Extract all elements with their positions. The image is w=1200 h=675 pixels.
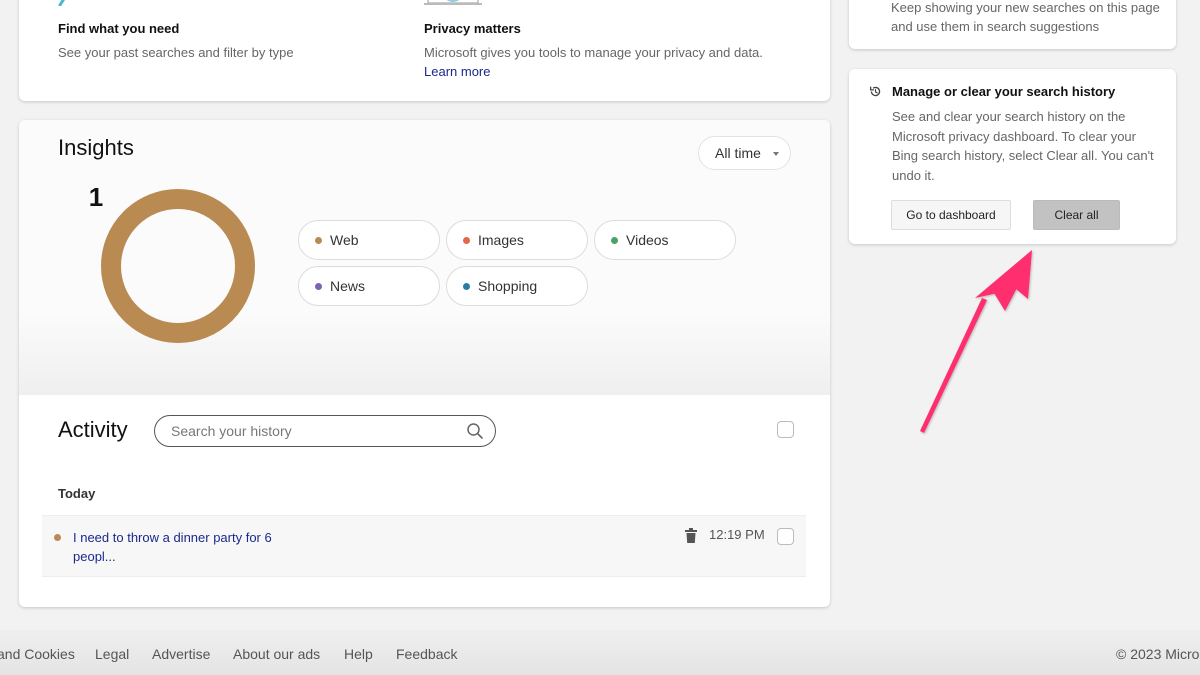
category-chip-images[interactable]: Images xyxy=(446,220,588,260)
time-filter-dropdown[interactable]: All time xyxy=(698,136,791,170)
category-dot xyxy=(611,236,618,244)
insights-activity-card: Insights All time 1 Web Images Videos Ne… xyxy=(19,120,830,607)
history-item: I need to throw a dinner party for 6 peo… xyxy=(42,515,806,577)
history-search-box[interactable] xyxy=(154,415,496,447)
go-to-dashboard-button[interactable]: Go to dashboard xyxy=(891,200,1011,230)
laptop-shield-illustration-icon xyxy=(424,0,482,5)
learn-more-link[interactable]: Learn more xyxy=(424,64,490,79)
clear-all-button[interactable]: Clear all xyxy=(1033,200,1120,230)
search-icon[interactable] xyxy=(466,422,484,440)
copyright: © 2023 Micro xyxy=(1116,646,1200,662)
feature-title: Find what you need xyxy=(58,21,180,36)
features-card: Find what you need See your past searche… xyxy=(19,0,830,101)
category-chip-shopping[interactable]: Shopping xyxy=(446,266,588,306)
category-dot xyxy=(463,236,470,244)
manage-history-description: See and clear your search history on the… xyxy=(892,109,1154,183)
history-item-link[interactable]: I need to throw a dinner party for 6 peo… xyxy=(73,528,293,566)
insights-section: Insights All time 1 Web Images Videos Ne… xyxy=(19,120,830,395)
annotation-arrow-icon xyxy=(920,250,1032,433)
footer-link-help[interactable]: Help xyxy=(344,646,373,662)
category-dot xyxy=(463,282,470,290)
select-all-checkbox[interactable] xyxy=(777,421,794,438)
history-search-input[interactable] xyxy=(171,423,451,439)
magnifier-illustration-icon xyxy=(58,0,65,6)
chevron-down-icon xyxy=(773,152,779,156)
category-chip-web[interactable]: Web xyxy=(298,220,440,260)
history-category-dot xyxy=(54,534,61,541)
insights-total-count: 1 xyxy=(88,181,104,212)
history-item-time: 12:19 PM xyxy=(709,527,765,542)
category-label: Shopping xyxy=(478,278,538,294)
footer-link-feedback[interactable]: Feedback xyxy=(396,646,457,662)
category-label: Videos xyxy=(626,232,669,248)
history-item-checkbox[interactable] xyxy=(777,528,794,545)
category-dot xyxy=(315,236,322,244)
feature-title: Privacy matters xyxy=(424,21,521,36)
category-label: Images xyxy=(478,232,524,248)
feature-description: Microsoft gives you tools to manage your… xyxy=(424,45,763,60)
category-label: News xyxy=(330,278,366,294)
manage-history-title: Manage or clear your search history xyxy=(892,84,1116,99)
trash-icon[interactable] xyxy=(685,528,697,543)
feature-description: See your past searches and filter by typ… xyxy=(58,45,294,60)
footer: and Cookies Legal Advertise About our ad… xyxy=(0,630,1200,675)
keep-history-description: Keep showing your new searches on this p… xyxy=(891,0,1160,34)
time-filter-value: All time xyxy=(715,145,761,161)
category-chip-videos[interactable]: Videos xyxy=(594,220,736,260)
history-icon xyxy=(869,86,881,97)
footer-link-privacy-cookies[interactable]: and Cookies xyxy=(0,646,75,662)
category-chip-news[interactable]: News xyxy=(298,266,440,306)
category-dot xyxy=(315,282,322,290)
keep-history-card: Keep showing your new searches on this p… xyxy=(849,0,1176,49)
date-group-label: Today xyxy=(58,486,96,501)
manage-history-card: Manage or clear your search history See … xyxy=(849,69,1176,244)
footer-link-about-ads[interactable]: About our ads xyxy=(233,646,320,662)
footer-link-advertise[interactable]: Advertise xyxy=(152,646,210,662)
category-label: Web xyxy=(330,232,359,248)
activity-title: Activity xyxy=(58,417,128,442)
footer-link-legal[interactable]: Legal xyxy=(95,646,129,662)
